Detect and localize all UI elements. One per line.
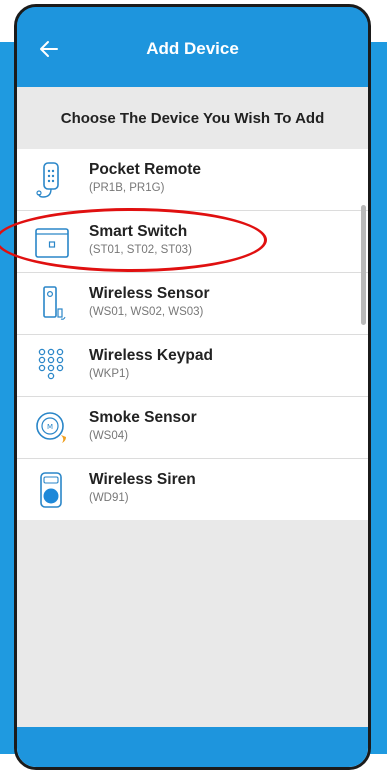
smoke-sensor-icon: M [35, 409, 69, 449]
device-row-pocket-remote[interactable]: Pocket Remote (PR1B, PR1G) [17, 149, 368, 210]
device-name: Wireless Keypad [89, 347, 213, 364]
device-models: (ST01, ST02, ST03) [89, 244, 192, 256]
phone-frame: Add Device Choose The Device You Wish To… [14, 4, 371, 770]
remote-icon [35, 161, 69, 201]
scrollbar[interactable] [361, 205, 366, 325]
keypad-icon [35, 347, 69, 387]
device-row-wireless-sensor[interactable]: Wireless Sensor (WS01, WS02, WS03) [17, 272, 368, 334]
page-title: Add Device [146, 39, 239, 58]
switch-icon [35, 223, 69, 263]
section-heading: Choose The Device You Wish To Add [17, 87, 368, 149]
app-header: Add Device [17, 7, 368, 87]
device-row-smart-switch[interactable]: Smart Switch (ST01, ST02, ST03) [17, 210, 368, 272]
device-row-smoke-sensor[interactable]: M Smoke Sensor (WS04) [17, 396, 368, 458]
svg-text:M: M [47, 423, 53, 431]
device-models: (WD91) [89, 492, 129, 504]
device-models: (PR1B, PR1G) [89, 182, 165, 194]
sensor-icon [35, 285, 69, 325]
device-models: (WS01, WS02, WS03) [89, 306, 204, 318]
device-name: Smart Switch [89, 223, 188, 240]
device-name: Pocket Remote [89, 161, 201, 178]
device-row-wireless-keypad[interactable]: Wireless Keypad (WKP1) [17, 334, 368, 396]
app-footer [17, 727, 368, 767]
device-models: (WS04) [89, 430, 128, 442]
device-models: (WKP1) [89, 368, 130, 380]
device-row-wireless-siren[interactable]: Wireless Siren (WD91) [17, 458, 368, 520]
content-area: Choose The Device You Wish To Add Pocket… [17, 87, 368, 767]
device-name: Wireless Sensor [89, 285, 210, 302]
siren-icon [35, 471, 69, 511]
device-name: Smoke Sensor [89, 409, 197, 426]
device-name: Wireless Siren [89, 471, 196, 488]
device-list: Pocket Remote (PR1B, PR1G) Smart Switch … [17, 149, 368, 520]
